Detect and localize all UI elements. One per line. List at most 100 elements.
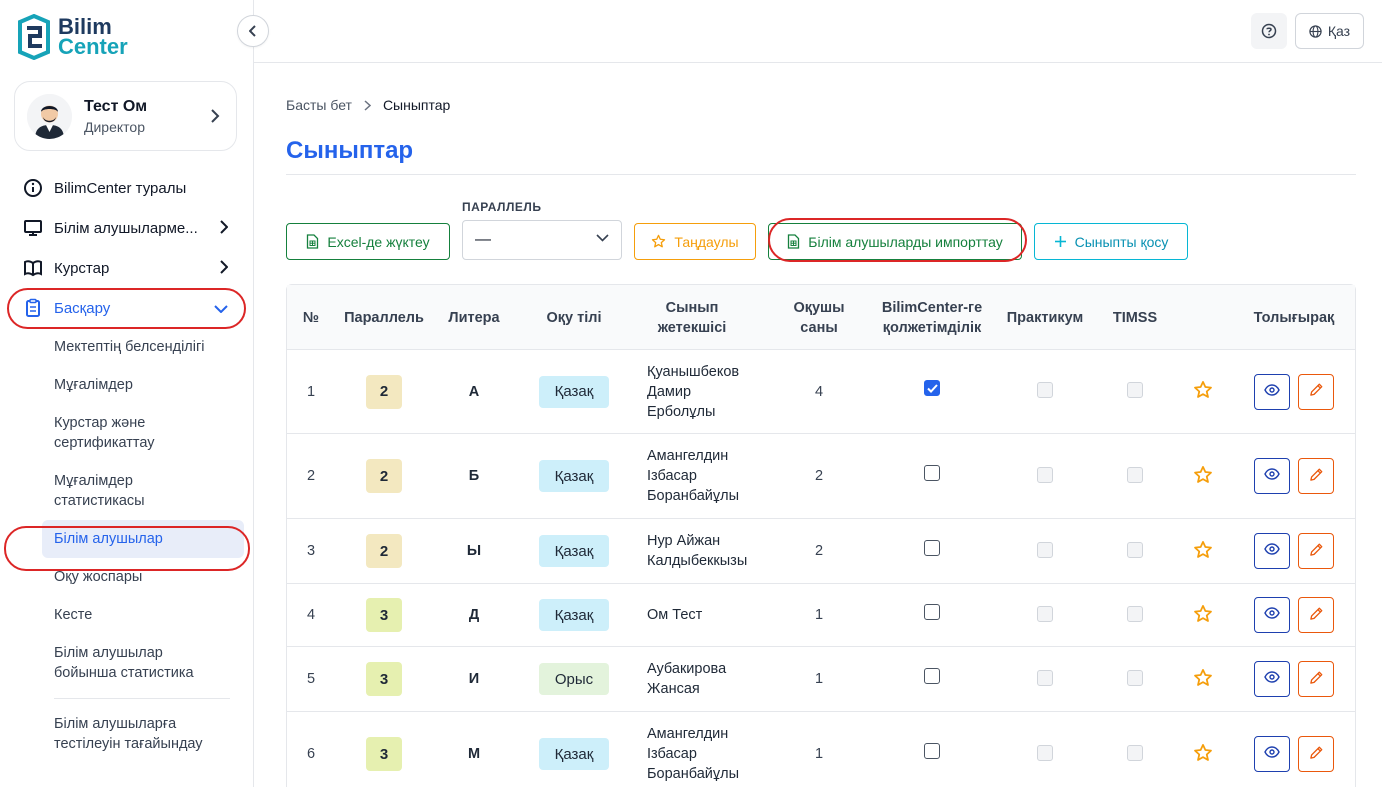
- sidebar-subitem-curriculum[interactable]: Оқу жоспары: [54, 558, 253, 596]
- eye-icon: [1264, 671, 1280, 687]
- cell-actions: [1239, 584, 1349, 646]
- cell-litera: Д: [433, 584, 515, 646]
- teacher-name: Амангелдин Ізбасар Боранбайұлы: [647, 726, 739, 782]
- access-checkbox[interactable]: [924, 539, 940, 556]
- sidebar-subitem-school-activity[interactable]: Мектептің белсенділігі: [54, 328, 253, 366]
- edit-button[interactable]: [1298, 661, 1334, 697]
- row-number: 5: [306, 671, 316, 687]
- table-row: 1 2 А Қазақ Қуанышбеков Дамир Ерболұлы 4: [287, 350, 1355, 434]
- sidebar-item-admin[interactable]: Басқару: [0, 288, 253, 328]
- profile-card[interactable]: Тест Ом Директор: [14, 81, 237, 151]
- cell-count: 2: [751, 434, 887, 518]
- view-button[interactable]: [1254, 458, 1290, 494]
- sidebar-item-courses[interactable]: Курстар: [0, 248, 253, 288]
- sidebar-item-label: Курстар: [54, 259, 110, 277]
- sidebar-item-students-mgmt[interactable]: Білім алушыларме...: [0, 208, 253, 248]
- star-icon[interactable]: [1193, 540, 1213, 564]
- title-divider: [286, 174, 1356, 175]
- pencil-icon: [1309, 745, 1324, 764]
- view-button[interactable]: [1254, 736, 1290, 772]
- cell-num: 1: [287, 350, 335, 433]
- cell-access: [873, 434, 991, 518]
- chevron-down-icon: [596, 234, 609, 242]
- sidebar-collapse-button[interactable]: [237, 15, 269, 47]
- help-icon: [1261, 23, 1277, 39]
- logo[interactable]: Bilim Center: [16, 14, 128, 60]
- sidebar-subitem-student-stats[interactable]: Білім алушылар бойынша статистика: [54, 634, 204, 692]
- cell-parallel: 3: [335, 712, 433, 787]
- access-checkbox[interactable]: [924, 603, 940, 620]
- edit-button[interactable]: [1298, 458, 1334, 494]
- breadcrumb-current: Сыныптар: [382, 97, 451, 113]
- cell-teacher: Аубакирова Жансая: [647, 647, 751, 711]
- view-button[interactable]: [1254, 533, 1290, 569]
- row-number: 1: [306, 383, 316, 400]
- excel-download-button[interactable]: Excel-де жүктеу: [286, 223, 450, 260]
- access-checkbox[interactable]: [924, 380, 940, 396]
- cell-teacher: Ом Тест: [647, 584, 751, 646]
- breadcrumb-home[interactable]: Басты бет: [286, 97, 352, 113]
- pencil-icon: [1309, 542, 1324, 561]
- litera-value: Б: [468, 468, 480, 484]
- favorites-button[interactable]: Таңдаулы: [634, 223, 756, 260]
- edit-button[interactable]: [1298, 533, 1334, 569]
- view-button[interactable]: [1254, 661, 1290, 697]
- star-icon[interactable]: [1193, 465, 1213, 489]
- parallel-badge: 2: [366, 459, 402, 493]
- view-button[interactable]: [1254, 597, 1290, 633]
- add-class-button[interactable]: Сыныпты қосу: [1034, 223, 1188, 260]
- sidebar-subitem-students[interactable]: Білім алушылар: [42, 520, 244, 558]
- cell-count: 1: [751, 712, 887, 787]
- book-icon: [23, 258, 43, 278]
- edit-button[interactable]: [1298, 736, 1334, 772]
- sidebar-item-about[interactable]: BilimCenter туралы: [0, 168, 253, 208]
- access-checkbox[interactable]: [924, 667, 940, 684]
- file-spreadsheet-icon: [788, 234, 800, 249]
- practicum-checkbox: [1037, 605, 1053, 622]
- sidebar-subitem-teachers[interactable]: Мұғалімдер: [54, 366, 253, 404]
- access-checkbox[interactable]: [924, 742, 940, 759]
- access-checkbox[interactable]: [924, 464, 940, 481]
- pencil-icon: [1309, 467, 1324, 486]
- breadcrumb: Басты бет Сыныптар: [286, 97, 450, 113]
- student-count: 2: [814, 468, 824, 484]
- cell-parallel: 2: [335, 519, 433, 583]
- parallel-select[interactable]: —: [462, 220, 622, 260]
- view-button[interactable]: [1254, 373, 1290, 410]
- excel-download-label: Excel-де жүктеу: [327, 233, 430, 250]
- edit-button[interactable]: [1298, 373, 1334, 410]
- sidebar-subitem-courses-cert[interactable]: Курстар және сертификаттау: [54, 404, 184, 462]
- practicum-checkbox: [1037, 744, 1053, 761]
- cell-litera: А: [433, 350, 515, 433]
- import-students-button[interactable]: Білім алушыларды импорттау: [768, 223, 1022, 260]
- cell-actions: [1239, 519, 1349, 583]
- parallel-badge: 3: [366, 662, 402, 696]
- edit-button[interactable]: [1298, 597, 1334, 633]
- toolbar: Excel-де жүктеу ПАРАЛЛЕЛЬ — Таңдаулы Біл…: [286, 200, 1356, 262]
- header-practicum: Практикум: [1006, 309, 1084, 326]
- header-timss: TIMSS: [1112, 309, 1158, 326]
- sidebar-subitem-assign-tests[interactable]: Білім алушыларға тестілеуін тағайындау: [54, 705, 214, 763]
- lang-badge: Орыс: [538, 663, 610, 695]
- profile-text: Тест Ом Директор: [84, 98, 147, 135]
- table-row: 2 2 Б Қазақ Амангелдин Ізбасар Боранбайұлы 2: [287, 434, 1355, 519]
- sidebar-subitem-teacher-stats[interactable]: Мұғалімдер статистикасы: [54, 462, 184, 520]
- star-icon[interactable]: [1193, 743, 1213, 767]
- cell-litera: М: [433, 712, 515, 787]
- header-more: Толығырақ: [1253, 309, 1335, 326]
- sidebar-subitem-schedule[interactable]: Кесте: [54, 596, 253, 634]
- parallel-badge: 3: [366, 598, 402, 632]
- star-icon[interactable]: [1193, 668, 1213, 692]
- cell-timss: [1095, 519, 1175, 583]
- star-icon[interactable]: [1193, 604, 1213, 628]
- sidebar-divider: [54, 698, 230, 699]
- student-count: 1: [814, 607, 824, 623]
- cell-favorite: [1183, 519, 1223, 583]
- language-switcher[interactable]: Қаз: [1295, 13, 1364, 49]
- cell-parallel: 3: [335, 584, 433, 646]
- cell-favorite: [1183, 712, 1223, 787]
- help-button[interactable]: [1251, 13, 1287, 49]
- star-icon[interactable]: [1193, 380, 1213, 404]
- monitor-icon: [23, 218, 43, 238]
- file-spreadsheet-icon: [307, 234, 319, 249]
